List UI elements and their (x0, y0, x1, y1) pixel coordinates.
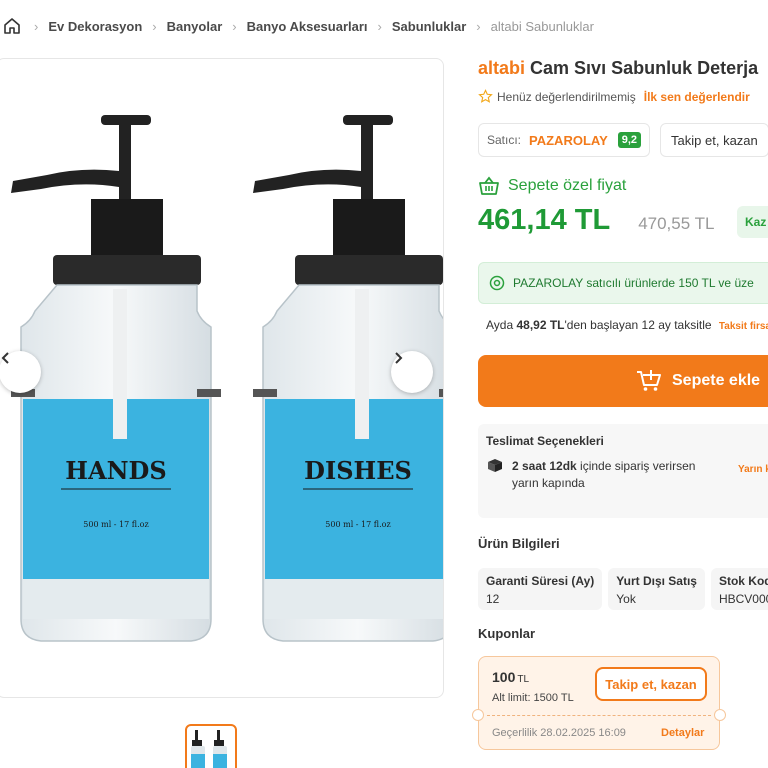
seller-score-badge: 9,2 (617, 132, 642, 148)
product-info-cards: Garanti Süresi (Ay) 12 Yurt Dışı Satış Y… (478, 568, 768, 610)
rating-status: Henüz değerlendirilmemiş (497, 89, 636, 104)
earn-badge[interactable]: Kaz (737, 206, 768, 238)
installment-info: Ayda 48,92 TL'den başlayan 12 ay taksitl… (486, 318, 768, 332)
gallery-next-button[interactable] (391, 351, 433, 393)
breadcrumb-item-ev-dekorasyon[interactable]: Ev Dekorasyon (48, 19, 142, 34)
coupon-follow-button[interactable]: Takip et, kazan (595, 667, 707, 701)
seller-label: Satıcı: (487, 133, 522, 147)
coupon-notch (714, 709, 726, 721)
basket-icon (479, 176, 499, 195)
bottle-label-dishes: DISHES (304, 456, 412, 485)
chevron-right-icon: › (476, 18, 481, 34)
coin-icon (489, 275, 505, 291)
delivery-title: Teslimat Seçenekleri (486, 434, 604, 448)
bottle-volume-text: 500 ml - 17 fl.oz (325, 520, 390, 529)
product-brand[interactable]: altabi (478, 58, 525, 78)
product-name: Cam Sıvı Sabunluk Deterja (530, 58, 759, 78)
cart-plus-icon (637, 370, 661, 391)
breadcrumb-current: altabi Sabunluklar (490, 18, 594, 34)
chevron-left-icon (1, 352, 9, 364)
coupon-validity: Geçerlilik 28.02.2025 16:09 (492, 727, 626, 739)
add-to-cart-button[interactable]: Sepete ekle (478, 355, 768, 407)
coupons-title: Kuponlar (478, 626, 536, 641)
product-image-gallery[interactable]: HANDS 500 ml - 17 fl.oz DISHES 500 ml - … (0, 58, 444, 698)
breadcrumb-item-banyo-aksesuarlari[interactable]: Banyo Aksesuarları (247, 19, 368, 34)
bottle-label-hands: HANDS (65, 456, 166, 485)
coupon-card: 100 TL Alt limit: 1500 TL Takip et, kazan… (472, 656, 726, 750)
coupon-limit: Alt limit: 1500 TL (492, 692, 574, 704)
rate-first-link[interactable]: İlk sen değerlendir (644, 90, 750, 104)
seller-box[interactable]: Satıcı: PAZAROLAY 9,2 (478, 123, 651, 157)
breadcrumb-item-banyolar[interactable]: Banyolar (167, 19, 223, 34)
seller-name[interactable]: PAZAROLAY (529, 133, 608, 148)
coupon-amount: 100 TL (492, 669, 530, 685)
coupon-details-link[interactable]: Detaylar (661, 727, 704, 739)
delivery-options: Teslimat Seçenekleri 2 saat 12dk içinde … (478, 424, 768, 518)
breadcrumb: › Ev Dekorasyon › Banyolar › Banyo Akses… (0, 14, 594, 38)
home-icon[interactable] (0, 14, 24, 38)
info-card-warranty: Garanti Süresi (Ay) 12 (478, 568, 603, 610)
product-title: altabi Cam Sıvı Sabunluk Deterja (478, 58, 768, 79)
delivery-time: 2 saat 12dk (512, 459, 577, 473)
current-price: 461,14 TL (478, 204, 611, 236)
installment-amount: 48,92 TL (516, 318, 565, 332)
chevron-right-icon: › (34, 18, 39, 34)
price-row: 461,14 TL 470,55 TL (478, 204, 714, 237)
chevron-right-icon (395, 352, 403, 364)
chevron-right-icon: › (152, 18, 157, 34)
special-price-label: Sepete özel fiyat (478, 176, 626, 196)
truck-icon (488, 459, 502, 472)
tomorrow-tag: Yarın k (738, 464, 768, 475)
chevron-right-icon: › (377, 18, 382, 34)
star-outline-icon (478, 89, 493, 103)
follow-seller-button[interactable]: Takip et, kazan (660, 123, 768, 157)
info-card-abroad-sale: Yurt Dışı Satış Yok (608, 568, 705, 610)
product-info-panel: altabi Cam Sıvı Sabunluk Deterja Henüz d… (472, 58, 768, 750)
product-info-title: Ürün Bilgileri (478, 536, 560, 551)
product-image: HANDS 500 ml - 17 fl.oz DISHES 500 ml - … (11, 115, 443, 642)
installment-link[interactable]: Taksit firsa (719, 321, 768, 332)
delivery-row: 2 saat 12dk içinde sipariş verirsen yarı… (486, 458, 768, 492)
coupon-notch (472, 709, 484, 721)
chevron-right-icon: › (232, 18, 237, 34)
gallery-thumbnail[interactable] (185, 724, 237, 768)
seller-row: Satıcı: PAZAROLAY 9,2 Takip et, kazan (478, 123, 768, 157)
coupon-divider (487, 715, 711, 716)
old-price: 470,55 TL (638, 214, 715, 233)
bottle-hands: HANDS 500 ml - 17 fl.oz (11, 115, 221, 642)
seller-promo-banner[interactable]: PAZAROLAY satıcılı ürünlerde 150 TL ve ü… (478, 262, 768, 304)
gallery-prev-button[interactable] (0, 351, 41, 393)
breadcrumb-item-sabunluklar[interactable]: Sabunluklar (392, 19, 466, 34)
promo-text: PAZAROLAY satıcılı ürünlerde 150 TL ve ü… (513, 276, 754, 290)
rating-row: Henüz değerlendirilmemiş İlk sen değerle… (478, 89, 768, 104)
info-card-stock-code: Stok Kodu HBCV00007 (710, 568, 768, 610)
bottle-volume-text: 500 ml - 17 fl.oz (83, 520, 148, 529)
